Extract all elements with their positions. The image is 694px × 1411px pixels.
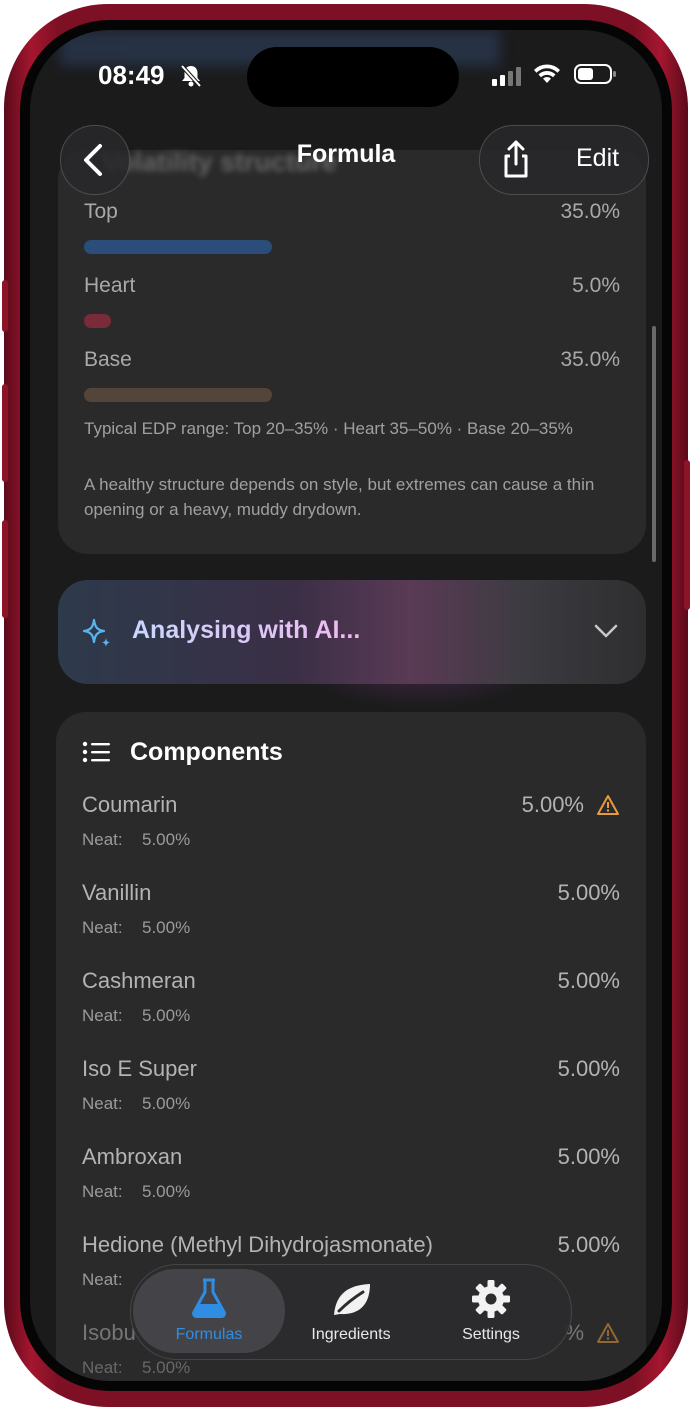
component-name: Ambroxan <box>82 1144 183 1169</box>
heart-label: Heart <box>84 274 136 297</box>
neat-value: 5.00% <box>142 1094 191 1113</box>
component-name: Iso E Super <box>82 1056 197 1081</box>
share-button[interactable] <box>490 134 542 186</box>
neat-label: Neat: <box>82 1182 123 1201</box>
component-percent: 5.00% <box>557 1232 620 1257</box>
flask-icon <box>189 1277 229 1324</box>
chevron-down-icon <box>592 620 620 647</box>
action-button <box>2 280 8 332</box>
volume-up-button <box>2 384 8 482</box>
bezel: 08:49 Top 35.0% Heart 5.0% Base 35.0% Ty… <box>20 20 672 1391</box>
components-title: Components <box>130 738 283 766</box>
neat-value: 5.00% <box>142 918 191 937</box>
top-percent: 35.0% <box>560 200 620 223</box>
scroll-indicator[interactable] <box>652 326 656 562</box>
component-name: Cashmeran <box>82 968 196 993</box>
component-row[interactable]: Vanillin 5.00% Neat: 5.00% <box>56 880 646 968</box>
range-note: Typical EDP range: Top 20–35% · Heart 35… <box>84 419 573 438</box>
status-time: 08:49 <box>98 60 165 90</box>
sparkles-icon <box>82 616 112 655</box>
neat-value: 5.00% <box>142 1006 191 1025</box>
ai-analysis-label: Analysing with AI... <box>132 616 361 644</box>
list-icon <box>82 740 112 769</box>
screen: 08:49 Top 35.0% Heart 5.0% Base 35.0% Ty… <box>30 30 662 1381</box>
dynamic-island <box>247 47 459 107</box>
neat-label: Neat: <box>82 830 123 849</box>
component-row[interactable]: Coumarin 5.00% Neat: 5.00% <box>56 792 646 880</box>
volume-down-button <box>2 520 8 618</box>
neat-value: 5.00% <box>142 1358 191 1377</box>
tab-settings[interactable]: Settings <box>431 1265 551 1359</box>
phone-frame: 08:49 Top 35.0% Heart 5.0% Base 35.0% Ty… <box>2 4 690 1407</box>
component-name: Vanillin <box>82 880 152 905</box>
component-percent: 5.00% <box>521 792 584 817</box>
component-percent: 5.00% <box>557 968 620 993</box>
neat-label: Neat: <box>82 1270 123 1289</box>
gear-icon <box>471 1279 511 1324</box>
neat-label: Neat: <box>82 1006 123 1025</box>
component-percent: 5.00% <box>557 880 620 905</box>
tab-formulas-label: Formulas <box>175 1326 243 1343</box>
battery-icon <box>574 63 618 90</box>
base-bar <box>84 388 272 402</box>
base-label: Base <box>84 348 132 371</box>
tab-settings-label: Settings <box>462 1326 520 1343</box>
tab-formulas[interactable]: Formulas <box>133 1269 285 1353</box>
top-bar <box>84 240 272 254</box>
tab-ingredients[interactable]: Ingredients <box>291 1265 411 1359</box>
warning-triangle-icon[interactable] <box>596 1322 620 1349</box>
component-row[interactable]: Iso E Super 5.00% Neat: 5.00% <box>56 1056 646 1144</box>
neat-label: Neat: <box>82 1358 123 1377</box>
component-name: Hedione (Methyl Dihydrojasmonate) <box>82 1232 433 1257</box>
tab-ingredients-label: Ingredients <box>311 1326 391 1343</box>
ai-analysis-banner[interactable]: Analysing with AI... <box>58 580 646 684</box>
component-percent: 5.00% <box>557 1144 620 1169</box>
neat-label: Neat: <box>82 1094 123 1113</box>
health-note: A healthy structure depends on style, bu… <box>84 475 595 519</box>
component-row[interactable]: Cashmeran 5.00% Neat: 5.00% <box>56 968 646 1056</box>
silent-bell-icon <box>180 64 202 93</box>
leaf-icon <box>331 1281 373 1324</box>
top-label: Top <box>84 200 118 223</box>
heart-bar <box>84 314 111 328</box>
heart-percent: 5.0% <box>572 274 620 297</box>
volatility-card: Top 35.0% Heart 5.0% Base 35.0% Typical … <box>58 150 646 554</box>
neat-label: Neat: <box>82 918 123 937</box>
base-percent: 35.0% <box>560 348 620 371</box>
edit-button[interactable]: Edit <box>576 144 619 173</box>
cellular-signal-icon <box>492 66 524 91</box>
neat-value: 5.00% <box>142 830 191 849</box>
component-percent: 5.00% <box>557 1056 620 1081</box>
warning-triangle-icon[interactable] <box>596 794 620 821</box>
neat-value: 5.00% <box>142 1182 191 1201</box>
wifi-icon <box>532 63 562 90</box>
share-icon <box>504 140 528 178</box>
component-name: Coumarin <box>82 792 178 817</box>
nav-actions: Edit <box>479 125 649 195</box>
tab-bar: Formulas Ingredients Settings <box>130 1264 572 1360</box>
side-button <box>684 460 690 610</box>
component-name: Isobu <box>82 1320 136 1345</box>
component-row[interactable]: Ambroxan 5.00% Neat: 5.00% <box>56 1144 646 1232</box>
